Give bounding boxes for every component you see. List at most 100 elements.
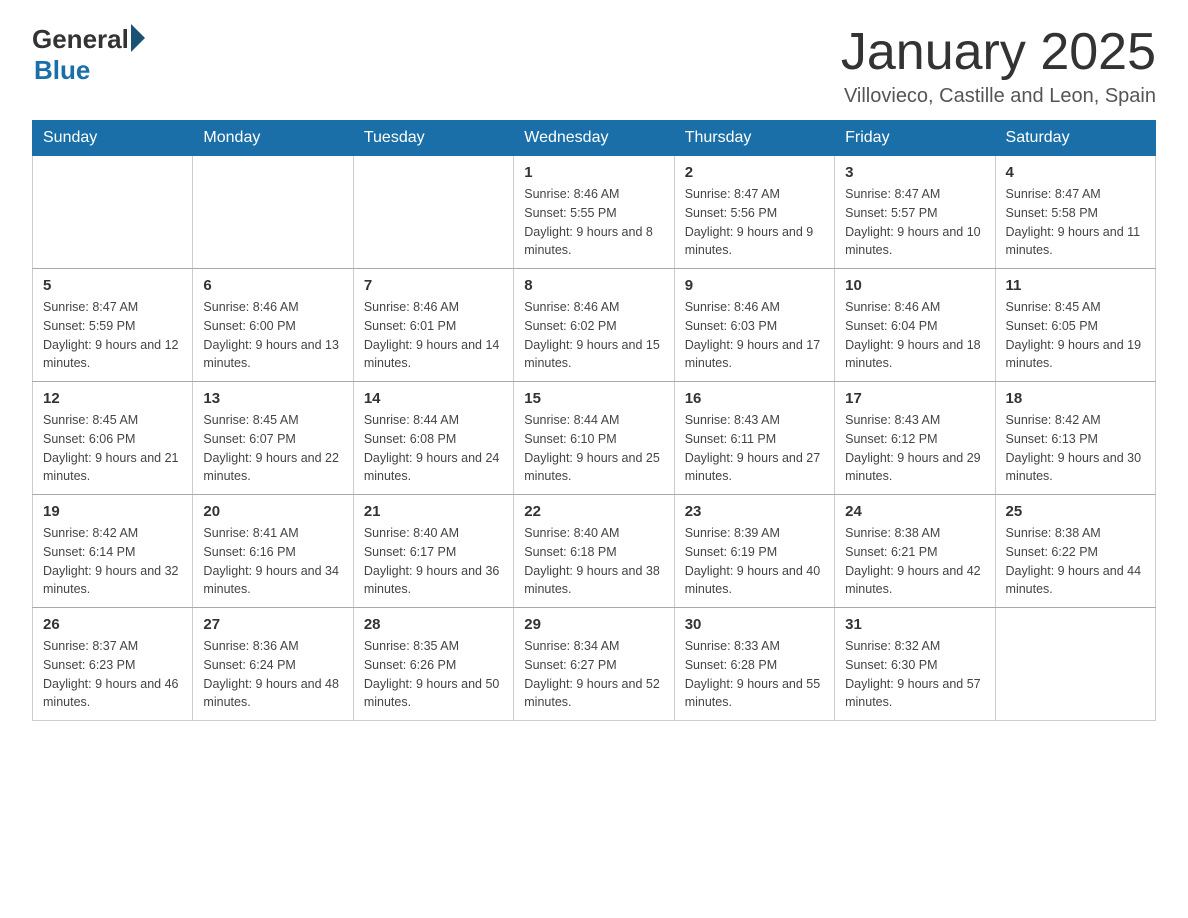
day-number: 1 bbox=[524, 164, 663, 181]
table-row: 1Sunrise: 8:46 AM Sunset: 5:55 PM Daylig… bbox=[514, 156, 674, 269]
table-row: 3Sunrise: 8:47 AM Sunset: 5:57 PM Daylig… bbox=[835, 156, 995, 269]
table-row: 19 Sunrise: 8:42 AM Sunset: 6:14 PM Dayli… bbox=[33, 495, 193, 608]
day-info: Sunrise: 8:42 AM Sunset: 6:14 PM Dayligh… bbox=[43, 524, 182, 599]
day-info: Sunrise: 8:34 AM Sunset: 6:27 PM Dayligh… bbox=[524, 637, 663, 712]
day-number: 27 bbox=[203, 616, 342, 633]
col-sunday: Sunday bbox=[33, 121, 193, 156]
col-tuesday: Tuesday bbox=[353, 121, 513, 156]
day-number: 24 bbox=[845, 503, 984, 520]
table-row: 14 Sunrise: 8:44 AM Sunset: 6:08 PM Dayli… bbox=[353, 382, 513, 495]
day-info: Sunrise: 8:46 AM Sunset: 6:02 PM Dayligh… bbox=[524, 298, 663, 373]
location-subtitle: Villovieco, Castille and Leon, Spain bbox=[841, 85, 1156, 108]
day-info: Sunrise: 8:37 AM Sunset: 6:23 PM Dayligh… bbox=[43, 637, 182, 712]
day-number: 16 bbox=[685, 390, 824, 407]
table-row: 21Sunrise: 8:40 AM Sunset: 6:17 PM Dayli… bbox=[353, 495, 513, 608]
calendar-table: Sunday Monday Tuesday Wednesday Thursday… bbox=[32, 120, 1156, 721]
day-info: Sunrise: 8:41 AM Sunset: 6:16 PM Dayligh… bbox=[203, 524, 342, 599]
table-row: 11 Sunrise: 8:45 AM Sunset: 6:05 PM Dayli… bbox=[995, 269, 1155, 382]
table-row: 5 Sunrise: 8:47 AM Sunset: 5:59 PM Daylig… bbox=[33, 269, 193, 382]
day-info: Sunrise: 8:42 AM Sunset: 6:13 PM Dayligh… bbox=[1006, 411, 1145, 486]
day-info: Sunrise: 8:45 AM Sunset: 6:07 PM Dayligh… bbox=[203, 411, 342, 486]
day-info: Sunrise: 8:32 AM Sunset: 6:30 PM Dayligh… bbox=[845, 637, 984, 712]
day-info: Sunrise: 8:43 AM Sunset: 6:11 PM Dayligh… bbox=[685, 411, 824, 486]
day-number: 3 bbox=[845, 164, 984, 181]
calendar-week-row: 1Sunrise: 8:46 AM Sunset: 5:55 PM Daylig… bbox=[33, 156, 1156, 269]
day-number: 25 bbox=[1006, 503, 1145, 520]
day-number: 31 bbox=[845, 616, 984, 633]
day-info: Sunrise: 8:40 AM Sunset: 6:18 PM Dayligh… bbox=[524, 524, 663, 599]
day-number: 20 bbox=[203, 503, 342, 520]
table-row: 22 Sunrise: 8:40 AM Sunset: 6:18 PM Dayli… bbox=[514, 495, 674, 608]
table-row bbox=[193, 156, 353, 269]
day-info: Sunrise: 8:45 AM Sunset: 6:06 PM Dayligh… bbox=[43, 411, 182, 486]
table-row: 24 Sunrise: 8:38 AM Sunset: 6:21 PM Dayli… bbox=[835, 495, 995, 608]
day-info: Sunrise: 8:33 AM Sunset: 6:28 PM Dayligh… bbox=[685, 637, 824, 712]
day-info: Sunrise: 8:46 AM Sunset: 6:00 PM Dayligh… bbox=[203, 298, 342, 373]
table-row: 17 Sunrise: 8:43 AM Sunset: 6:12 PM Dayli… bbox=[835, 382, 995, 495]
col-thursday: Thursday bbox=[674, 121, 834, 156]
table-row: 28 Sunrise: 8:35 AM Sunset: 6:26 PM Dayli… bbox=[353, 608, 513, 721]
day-info: Sunrise: 8:47 AM Sunset: 5:56 PM Dayligh… bbox=[685, 185, 824, 260]
table-row: 15 Sunrise: 8:44 AM Sunset: 6:10 PM Dayli… bbox=[514, 382, 674, 495]
day-number: 12 bbox=[43, 390, 182, 407]
day-number: 26 bbox=[43, 616, 182, 633]
logo-general-text: General bbox=[32, 24, 129, 55]
day-info: Sunrise: 8:45 AM Sunset: 6:05 PM Dayligh… bbox=[1006, 298, 1145, 373]
table-row: 6 Sunrise: 8:46 AM Sunset: 6:00 PM Daylig… bbox=[193, 269, 353, 382]
page-header: General Blue January 2025 Villovieco, Ca… bbox=[32, 24, 1156, 108]
day-number: 15 bbox=[524, 390, 663, 407]
col-friday: Friday bbox=[835, 121, 995, 156]
calendar-week-row: 19 Sunrise: 8:42 AM Sunset: 6:14 PM Dayli… bbox=[33, 495, 1156, 608]
day-number: 14 bbox=[364, 390, 503, 407]
day-number: 22 bbox=[524, 503, 663, 520]
day-number: 17 bbox=[845, 390, 984, 407]
day-info: Sunrise: 8:47 AM Sunset: 5:59 PM Dayligh… bbox=[43, 298, 182, 373]
day-info: Sunrise: 8:46 AM Sunset: 6:01 PM Dayligh… bbox=[364, 298, 503, 373]
day-number: 9 bbox=[685, 277, 824, 294]
table-row: 8 Sunrise: 8:46 AM Sunset: 6:02 PM Daylig… bbox=[514, 269, 674, 382]
table-row: 20 Sunrise: 8:41 AM Sunset: 6:16 PM Dayli… bbox=[193, 495, 353, 608]
table-row: 27Sunrise: 8:36 AM Sunset: 6:24 PM Dayli… bbox=[193, 608, 353, 721]
table-row: 9Sunrise: 8:46 AM Sunset: 6:03 PM Daylig… bbox=[674, 269, 834, 382]
day-number: 10 bbox=[845, 277, 984, 294]
table-row bbox=[995, 608, 1155, 721]
day-number: 28 bbox=[364, 616, 503, 633]
day-info: Sunrise: 8:47 AM Sunset: 5:58 PM Dayligh… bbox=[1006, 185, 1145, 260]
day-info: Sunrise: 8:46 AM Sunset: 6:04 PM Dayligh… bbox=[845, 298, 984, 373]
table-row: 10 Sunrise: 8:46 AM Sunset: 6:04 PM Dayli… bbox=[835, 269, 995, 382]
table-row: 25 Sunrise: 8:38 AM Sunset: 6:22 PM Dayli… bbox=[995, 495, 1155, 608]
table-row bbox=[33, 156, 193, 269]
day-number: 5 bbox=[43, 277, 182, 294]
day-number: 8 bbox=[524, 277, 663, 294]
title-block: January 2025 Villovieco, Castille and Le… bbox=[841, 24, 1156, 108]
table-row bbox=[353, 156, 513, 269]
day-info: Sunrise: 8:44 AM Sunset: 6:10 PM Dayligh… bbox=[524, 411, 663, 486]
day-number: 19 bbox=[43, 503, 182, 520]
day-number: 29 bbox=[524, 616, 663, 633]
day-info: Sunrise: 8:39 AM Sunset: 6:19 PM Dayligh… bbox=[685, 524, 824, 599]
day-number: 7 bbox=[364, 277, 503, 294]
month-title: January 2025 bbox=[841, 24, 1156, 81]
table-row: 30Sunrise: 8:33 AM Sunset: 6:28 PM Dayli… bbox=[674, 608, 834, 721]
day-info: Sunrise: 8:43 AM Sunset: 6:12 PM Dayligh… bbox=[845, 411, 984, 486]
day-number: 11 bbox=[1006, 277, 1145, 294]
day-number: 18 bbox=[1006, 390, 1145, 407]
day-info: Sunrise: 8:38 AM Sunset: 6:22 PM Dayligh… bbox=[1006, 524, 1145, 599]
table-row: 12 Sunrise: 8:45 AM Sunset: 6:06 PM Dayli… bbox=[33, 382, 193, 495]
day-number: 6 bbox=[203, 277, 342, 294]
logo-triangle-icon bbox=[131, 24, 145, 52]
logo-blue-text: Blue bbox=[34, 55, 90, 86]
table-row: 13Sunrise: 8:45 AM Sunset: 6:07 PM Dayli… bbox=[193, 382, 353, 495]
table-row: 2 Sunrise: 8:47 AM Sunset: 5:56 PM Daylig… bbox=[674, 156, 834, 269]
col-saturday: Saturday bbox=[995, 121, 1155, 156]
calendar-week-row: 5 Sunrise: 8:47 AM Sunset: 5:59 PM Daylig… bbox=[33, 269, 1156, 382]
day-info: Sunrise: 8:38 AM Sunset: 6:21 PM Dayligh… bbox=[845, 524, 984, 599]
day-info: Sunrise: 8:35 AM Sunset: 6:26 PM Dayligh… bbox=[364, 637, 503, 712]
day-info: Sunrise: 8:44 AM Sunset: 6:08 PM Dayligh… bbox=[364, 411, 503, 486]
calendar-header-row: Sunday Monday Tuesday Wednesday Thursday… bbox=[33, 121, 1156, 156]
logo: General Blue bbox=[32, 24, 145, 86]
table-row: 18 Sunrise: 8:42 AM Sunset: 6:13 PM Dayli… bbox=[995, 382, 1155, 495]
table-row: 29 Sunrise: 8:34 AM Sunset: 6:27 PM Dayli… bbox=[514, 608, 674, 721]
day-number: 2 bbox=[685, 164, 824, 181]
calendar-week-row: 12 Sunrise: 8:45 AM Sunset: 6:06 PM Dayli… bbox=[33, 382, 1156, 495]
